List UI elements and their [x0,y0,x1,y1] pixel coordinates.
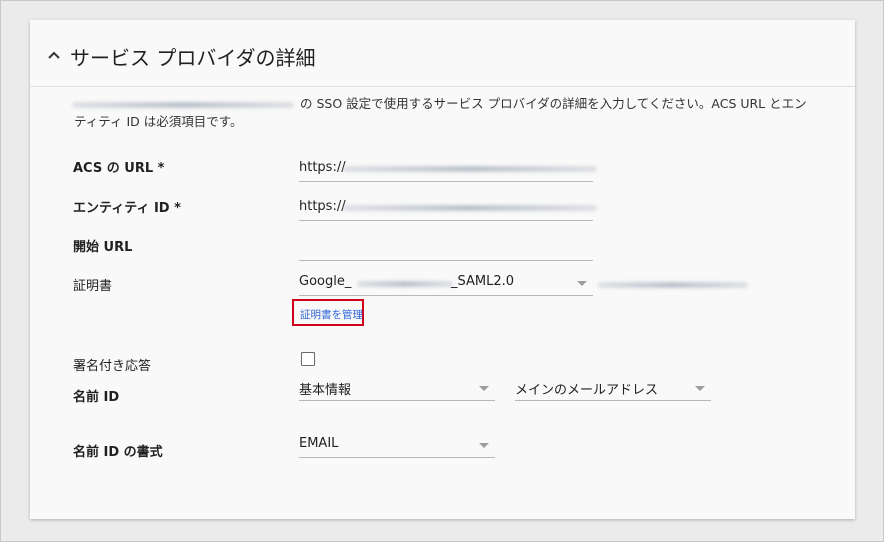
name-id-format-value: EMAIL [299,436,339,451]
certificate-label: 証明書 [73,279,113,294]
entity-id-input[interactable]: https:// [299,196,597,221]
chevron-down-icon [577,281,587,286]
manage-certificates-label[interactable]: 証明書を管理 [300,307,363,322]
redacted-certificate-id [357,281,453,287]
card-title: サービス プロバイダの詳細 [70,46,316,70]
name-id-primary-value: 基本情報 [299,383,352,398]
redacted-acs-url [343,166,597,172]
certificate-value-suffix: _SAML2.0 [451,274,515,289]
name-id-format-label: 名前 ID の書式 [73,445,163,460]
start-url-input[interactable] [299,236,593,261]
acs-url-value: https:// [299,160,346,175]
certificate-value-prefix: Google_ [299,274,352,289]
chevron-down-icon [479,443,489,448]
description-line-2: ティティ ID は必須項目です。 [74,114,243,129]
redacted-entity-id [343,205,597,211]
name-id-secondary-value: メインのメールアドレス [515,383,659,398]
acs-url-label: ACS の URL * [73,161,165,176]
redacted-certificate-info [598,282,748,288]
chevron-down-icon [695,386,705,391]
certificate-select[interactable]: Google_ _SAML2.0 [299,271,593,296]
service-provider-details-card: サービス プロバイダの詳細 の SSO 設定で使用するサービス プロバイダの詳細… [30,20,855,519]
description-line-1: の SSO 設定で使用するサービス プロバイダの詳細を入力してください。ACS … [300,96,807,111]
entity-id-label: エンティティ ID * [73,201,181,216]
acs-url-input[interactable]: https:// [299,157,597,182]
entity-id-value: https:// [299,199,346,214]
card-header[interactable]: サービス プロバイダの詳細 [30,20,855,87]
manage-certificates-link[interactable]: 証明書を管理 [292,299,364,326]
name-id-primary-select[interactable]: 基本情報 [299,376,495,401]
chevron-up-icon[interactable] [47,50,61,60]
signed-response-label: 署名付き応答 [73,359,152,374]
signed-response-checkbox[interactable] [301,352,315,366]
start-url-label: 開始 URL [73,240,133,255]
name-id-label: 名前 ID [73,390,120,405]
description-text: の SSO 設定で使用するサービス プロバイダの詳細を入力してください。ACS … [74,95,807,131]
name-id-secondary-select[interactable]: メインのメールアドレス [515,376,711,401]
chevron-down-icon [479,386,489,391]
name-id-format-select[interactable]: EMAIL [299,433,495,458]
